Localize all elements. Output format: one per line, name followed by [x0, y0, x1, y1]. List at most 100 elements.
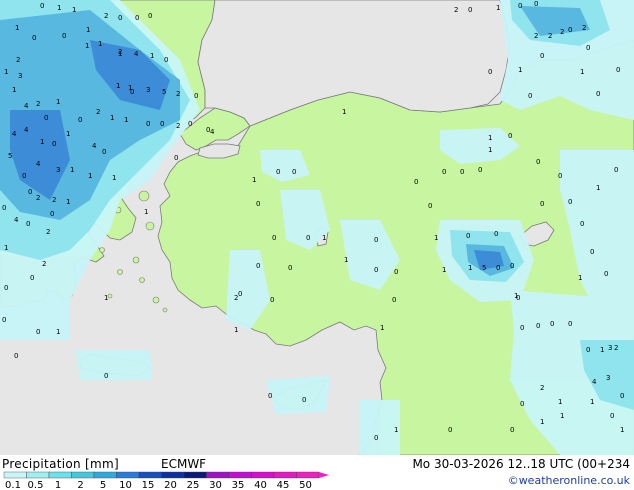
value-label: 1	[394, 426, 398, 434]
value-label: 0	[32, 34, 36, 42]
value-label: 0	[118, 14, 122, 22]
value-label: 0	[50, 210, 54, 218]
precipitation-legend: 0.1 0.5 1 2 5 10 15 20 25 30 35 40 45 50	[3, 471, 329, 490]
value-label: 4	[36, 160, 41, 168]
value-label: 0	[508, 132, 512, 140]
value-label: 3	[56, 166, 60, 174]
value-label: 5	[8, 152, 12, 160]
value-label: 0	[268, 392, 272, 400]
value-label: 0	[568, 320, 572, 328]
legend-swatch	[228, 471, 252, 479]
value-label: 1	[85, 42, 89, 50]
value-label: 2	[548, 32, 552, 40]
value-label: 0	[26, 220, 30, 228]
value-label: 4	[210, 128, 215, 136]
value-label: 0	[414, 178, 418, 186]
legend-swatch	[116, 471, 140, 479]
value-label: 0	[510, 426, 514, 434]
value-label: 0	[302, 396, 306, 404]
value-label: 1	[580, 68, 584, 76]
legend-label: 0.5	[28, 480, 44, 490]
value-label: 0	[392, 296, 396, 304]
value-label: 1	[488, 134, 492, 142]
legend-label: 35	[232, 480, 245, 490]
value-label: 1	[442, 266, 446, 274]
credit-link[interactable]: ©weatheronline.co.uk	[508, 474, 630, 487]
legend-label: 5	[100, 480, 106, 490]
legend-swatch	[93, 471, 117, 479]
value-label: 0	[28, 188, 32, 196]
value-label: 0	[164, 56, 168, 64]
value-label: 1	[12, 86, 16, 94]
value-label: 0	[2, 316, 6, 324]
value-label: 0	[568, 26, 572, 34]
value-label: 2	[52, 196, 56, 204]
value-label: 0	[22, 172, 26, 180]
value-label: 0	[130, 88, 134, 96]
value-label: 4	[12, 130, 17, 138]
value-label: 1	[558, 398, 562, 406]
value-label: 0	[270, 296, 274, 304]
value-label: 1	[468, 264, 472, 272]
value-label: 1	[578, 274, 582, 282]
value-label: 1	[116, 82, 120, 90]
value-label: 4	[134, 50, 139, 58]
value-label: 2	[540, 384, 544, 392]
value-label: 2	[454, 6, 458, 14]
value-label: 4	[24, 126, 29, 134]
legend-label: 10	[119, 480, 132, 490]
value-label: 1	[252, 176, 256, 184]
legend-swatch	[3, 471, 27, 479]
value-label: 0	[558, 172, 562, 180]
value-label: 1	[620, 426, 624, 434]
value-label: 0	[550, 320, 554, 328]
value-label: 0	[460, 168, 464, 176]
value-label: 1	[88, 172, 92, 180]
value-label: 0	[44, 114, 48, 122]
value-label: 5	[162, 88, 166, 96]
value-label: 0	[238, 290, 242, 298]
value-label: 1	[434, 234, 438, 242]
legend-label: 0.1	[5, 480, 21, 490]
value-label: 2	[46, 228, 50, 236]
value-label: 0	[590, 248, 594, 256]
value-label: 2	[104, 12, 108, 20]
value-label: 0	[468, 6, 472, 14]
value-label: 0	[160, 120, 164, 128]
value-label: 0	[288, 264, 292, 272]
value-label: 1	[40, 138, 44, 146]
value-label: 0	[272, 234, 276, 242]
legend-label: 25	[187, 480, 200, 490]
legend-swatch	[71, 471, 95, 479]
value-label: 0	[374, 236, 378, 244]
value-label: 1	[118, 50, 122, 58]
value-label: 4	[92, 142, 97, 150]
value-label: 0	[52, 140, 56, 148]
value-label: 0	[496, 264, 500, 272]
value-label: 1	[98, 40, 102, 48]
value-label: 1	[56, 98, 60, 106]
value-label: 1	[488, 146, 492, 154]
legend-swatch	[251, 471, 275, 479]
value-label: 1	[57, 4, 61, 12]
legend-swatch	[48, 471, 72, 479]
legend-label: 2	[77, 480, 83, 490]
value-label: 2	[96, 108, 100, 116]
value-label: 0	[520, 324, 524, 332]
value-label: 0	[520, 400, 524, 408]
value-label: 1	[596, 184, 600, 192]
value-label: 1	[124, 116, 128, 124]
value-label: 1	[4, 244, 8, 252]
legend-arrow	[319, 472, 329, 478]
value-label: 0	[536, 322, 540, 330]
value-label: 0	[614, 166, 618, 174]
value-label: 0	[516, 294, 520, 302]
value-label: 0	[78, 116, 82, 124]
legend-swatch	[138, 471, 162, 479]
precipitation-map: 0 1 1 2 0 1 0 1 2 4 1 0 2 1 3 5 3 1 1 2 …	[0, 0, 634, 455]
value-label: 0	[256, 200, 260, 208]
value-label: 2	[36, 194, 40, 202]
value-label: 0	[194, 92, 198, 100]
value-label: 0	[534, 0, 538, 8]
legend-swatch	[183, 471, 207, 479]
